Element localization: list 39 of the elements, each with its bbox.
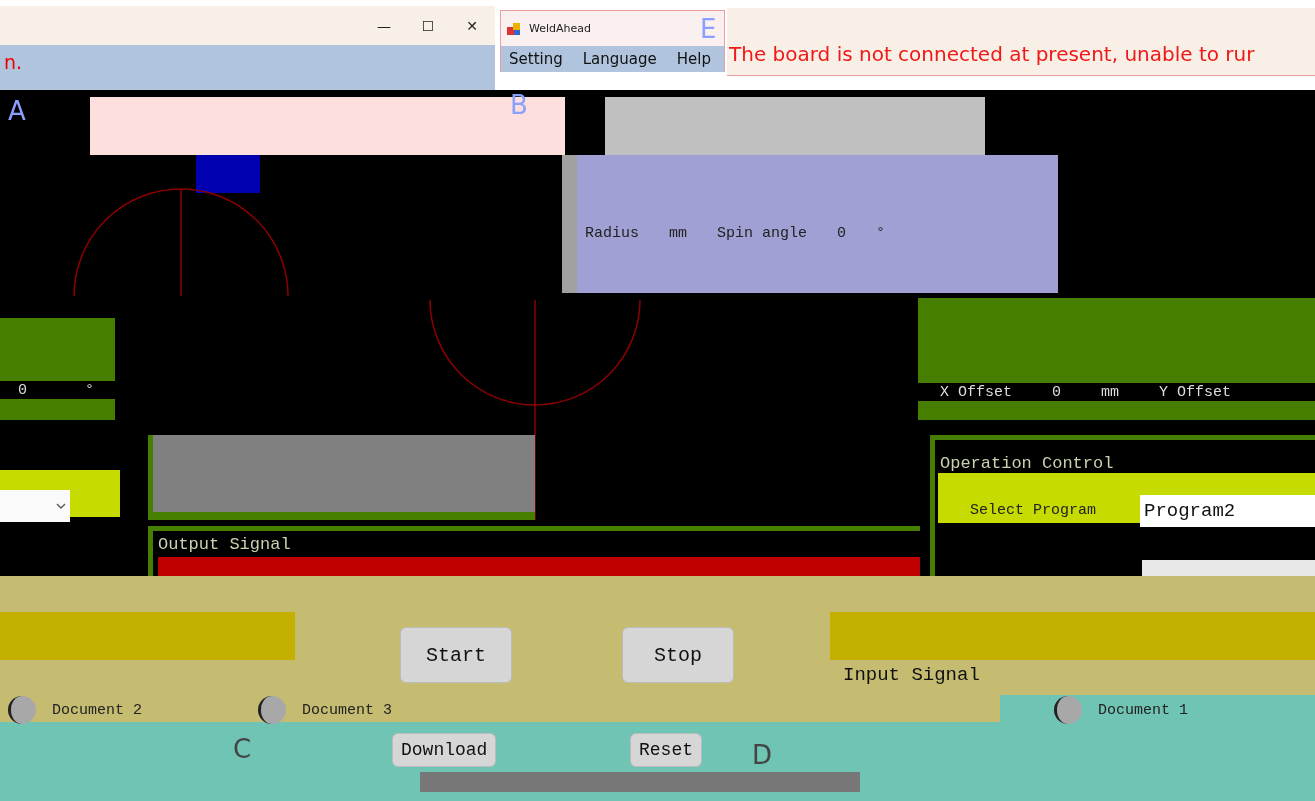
radio-label[interactable]: Document 1 — [1098, 701, 1188, 719]
field-label: X Offset — [940, 383, 1012, 401]
window-control[interactable]: ✕ — [463, 18, 481, 34]
status-text: n. — [4, 51, 23, 73]
window-control[interactable]: ☐ — [419, 18, 437, 34]
radio-label[interactable]: Document 3 — [302, 701, 392, 719]
field-label: Radius — [585, 225, 639, 242]
marker-letter: E — [700, 16, 717, 42]
window-control[interactable]: — — [375, 18, 393, 34]
action-button[interactable]: Stop — [622, 627, 734, 683]
group-title: Output Signal — [158, 535, 291, 554]
marker-letter: A — [8, 98, 26, 124]
unit-label: mm — [669, 225, 688, 242]
radio-label[interactable]: Document 2 — [52, 701, 142, 719]
window-title: WeldAhead — [529, 22, 592, 35]
menu-item[interactable]: Language — [582, 50, 657, 68]
field-value[interactable]: 0 — [1052, 383, 1062, 401]
field-label: Y Offset — [1159, 383, 1232, 401]
menu-item[interactable]: Setting — [509, 50, 563, 68]
action-button[interactable]: Reset — [630, 733, 702, 767]
menu-item[interactable]: Help — [676, 50, 711, 68]
app-icon — [507, 21, 521, 36]
action-button[interactable]: Start — [400, 627, 512, 683]
marker-letter: B — [510, 92, 528, 118]
group-title: Input Signal — [843, 664, 980, 686]
action-button[interactable]: Download — [392, 733, 497, 767]
field-label: Select Program — [970, 502, 1097, 519]
chevron-down-icon — [56, 503, 66, 509]
unit-label: mm — [1101, 383, 1120, 401]
field-value[interactable]: 0 — [837, 225, 847, 242]
marker-letter: C — [233, 736, 252, 762]
marker-letter: D — [752, 742, 773, 768]
unit-label: ° — [876, 225, 886, 242]
unit-label: ° — [85, 381, 95, 399]
status-message: The board is not connected at present, unable to rur — [729, 42, 1255, 66]
field-label: Spin angle — [717, 225, 808, 242]
group-title: Operation Control — [940, 454, 1114, 473]
program-dropdown[interactable]: Program2 — [1140, 495, 1315, 527]
field-value[interactable]: 0 — [18, 381, 27, 399]
